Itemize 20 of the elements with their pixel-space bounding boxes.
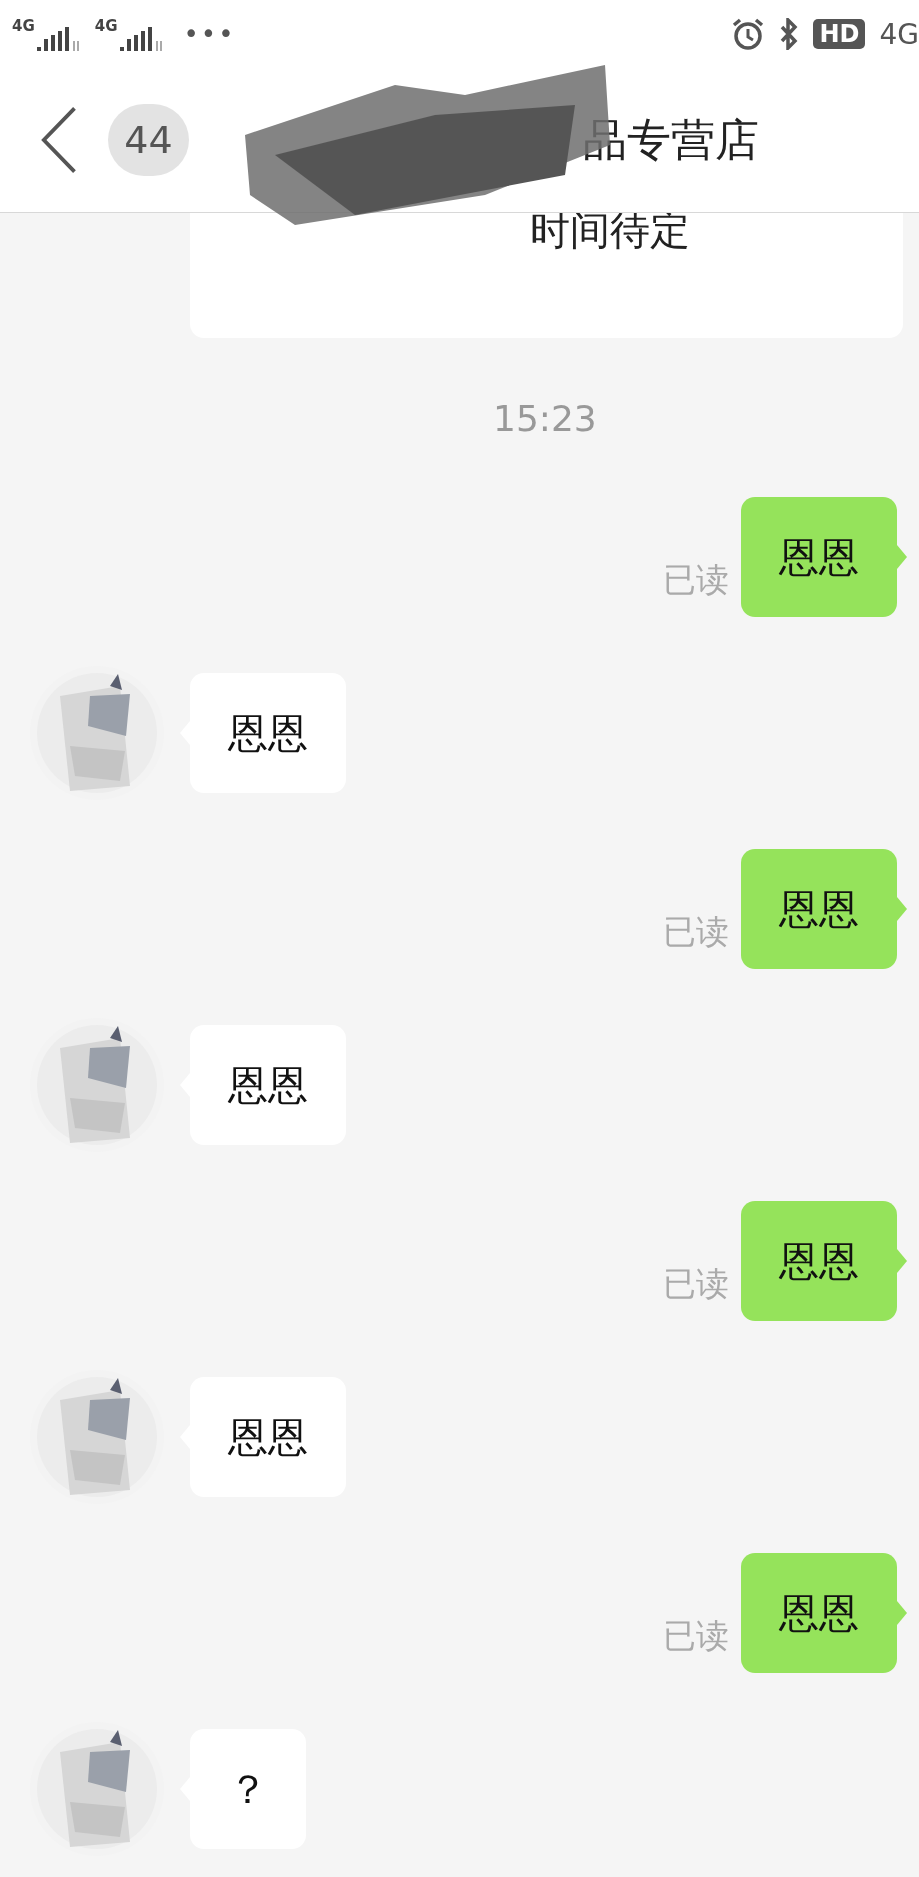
- hd-badge: HD: [813, 19, 866, 49]
- more-icon: •••: [183, 19, 236, 49]
- read-receipt: 已读: [663, 1615, 729, 1657]
- bubble-tail: [897, 1249, 907, 1273]
- signal-icon: [36, 27, 81, 51]
- back-icon[interactable]: [40, 105, 79, 175]
- timestamp: 15:23: [493, 398, 597, 439]
- read-receipt: 已读: [663, 559, 729, 601]
- bubble-tail: [897, 897, 907, 921]
- network-label: 4G: [12, 17, 35, 35]
- bubble-tail: [897, 545, 907, 569]
- bubble-tail: [897, 1601, 907, 1625]
- unread-count-badge: 44: [108, 104, 189, 176]
- read-receipt: 已读: [663, 1263, 729, 1305]
- read-receipt: 已读: [663, 911, 729, 953]
- alarm-icon: [731, 17, 766, 51]
- signal-icon: [119, 27, 164, 51]
- network-label: 4G: [879, 17, 919, 51]
- bluetooth-icon: [779, 18, 800, 50]
- network-label: 4G: [94, 17, 118, 35]
